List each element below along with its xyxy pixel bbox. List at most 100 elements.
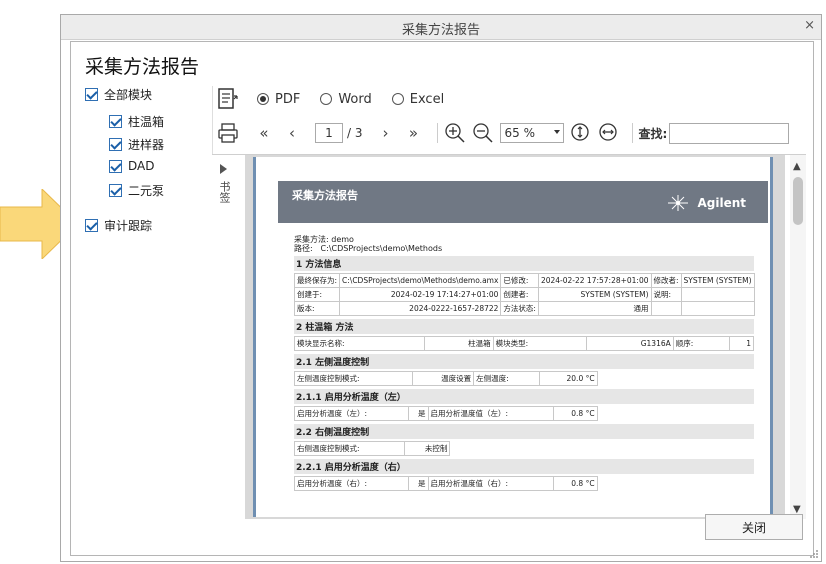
table-row: 左侧温度控制模式: 温度设置 左侧温度: 20.0 °C: [293, 371, 598, 386]
table-row: 右侧温度控制模式: 未控制: [293, 441, 451, 456]
bookmark-label: 书签: [218, 181, 231, 203]
first-page-button[interactable]: «: [253, 122, 275, 144]
format-option-word[interactable]: Word: [320, 91, 372, 107]
radio-button[interactable]: [320, 93, 333, 105]
fit-height-icon[interactable]: [570, 122, 592, 144]
method-info-table: 最终保存为: C:\CDSProjects\demo\Methods\demo.…: [293, 273, 755, 316]
table-cell: 已修改:: [500, 273, 539, 288]
table-row: 最终保存为: C:\CDSProjects\demo\Methods\demo.…: [293, 273, 755, 288]
scroll-thumb[interactable]: [793, 177, 803, 225]
tree-item-all-modules[interactable]: 全部模块: [85, 86, 152, 103]
meta-value: demo: [331, 235, 354, 244]
tree-item-module[interactable]: 进样器: [109, 136, 164, 153]
toolbar-separator: [436, 123, 438, 143]
close-icon[interactable]: ×: [804, 18, 815, 33]
zoom-out-icon[interactable]: [472, 122, 494, 144]
expand-arrow-icon[interactable]: [220, 164, 227, 174]
previous-page-button[interactable]: ‹: [281, 122, 303, 144]
tree-item-audit-trail[interactable]: 审计跟踪: [85, 217, 152, 234]
radio-button[interactable]: [391, 93, 404, 105]
bookmark-panel-toggle[interactable]: 书签: [212, 155, 236, 518]
zoom-in-icon[interactable]: [444, 122, 466, 144]
format-option-pdf[interactable]: PDF: [257, 92, 300, 107]
method-meta: 采集方法: demo 路径: C:\CDSProjects\demo\Metho…: [294, 235, 754, 253]
tree-item-module[interactable]: DAD: [109, 159, 154, 173]
table-row: 启用分析温度（左）: 是 启用分析温度值（左）: 0.8 °C: [293, 406, 598, 421]
report-page: 采集方法报告 Agilent 采集方法: demo 路径: C:\CDSProj…: [253, 157, 773, 517]
meta-label: 路径:: [294, 244, 313, 253]
find-input[interactable]: [669, 122, 790, 144]
table-cell: 2024-0222-1657-28722: [339, 301, 502, 316]
radio-label: Word: [338, 91, 372, 107]
tree-item-label: 审计跟踪: [104, 219, 153, 233]
next-page-button[interactable]: ›: [375, 122, 397, 144]
radio-label: Excel: [409, 91, 445, 107]
table-row: 版本: 2024-0222-1657-28722 方法状态: 通用: [293, 301, 755, 316]
table-cell: 是: [408, 476, 429, 491]
vertical-scrollbar[interactable]: ▲ ▼: [790, 155, 806, 519]
table-cell: 左侧温度:: [473, 371, 540, 386]
export-document-icon[interactable]: [217, 87, 239, 111]
table-cell: 创建者:: [500, 287, 539, 302]
page-number-input[interactable]: 1: [315, 123, 343, 143]
section-heading: 2.2 右侧温度控制: [294, 424, 754, 439]
dialog-title: 采集方法报告: [401, 23, 480, 38]
table-cell: G1316A: [585, 336, 674, 351]
table-cell: 版本:: [293, 301, 341, 316]
checkbox[interactable]: [109, 138, 122, 151]
table-row: 启用分析温度（右）: 是 启用分析温度值（右）: 0.8 °C: [293, 476, 598, 491]
section-heading: 1 方法信息: [294, 256, 754, 271]
tree-item-label: 全部模块: [104, 88, 153, 102]
checkbox[interactable]: [85, 219, 98, 232]
report-header: 采集方法报告 Agilent: [278, 181, 768, 223]
module-table: 模块显示名称: 柱温箱 模块类型: G1316A 顺序: 1: [293, 336, 755, 351]
scroll-up-icon[interactable]: ▲: [793, 161, 801, 172]
table-cell: 模块类型:: [492, 336, 587, 351]
table-cell: 右侧温度控制模式:: [293, 441, 406, 456]
right-analysis-table: 启用分析温度（右）: 是 启用分析温度值（右）: 0.8 °C: [293, 476, 598, 491]
tree-item-label: 二元泵: [128, 184, 165, 198]
radio-label: PDF: [275, 91, 301, 107]
dialog-content: 采集方法报告 全部模块 柱温箱 进样器 DAD 二元泵 审计跟踪 PDF Wor…: [70, 41, 814, 556]
format-option-excel[interactable]: Excel: [391, 91, 445, 107]
checkbox[interactable]: [109, 159, 122, 173]
right-temp-table: 右侧温度控制模式: 未控制: [293, 441, 451, 456]
zoom-select[interactable]: 65 %: [499, 123, 564, 143]
resize-grip-icon[interactable]: [809, 549, 819, 559]
table-cell: 是: [408, 406, 429, 421]
agilent-logo: Agilent: [665, 193, 746, 213]
table-cell: [680, 287, 755, 302]
table-cell: 未控制: [404, 441, 451, 456]
title-bar: 采集方法报告 ×: [61, 15, 821, 40]
table-cell: 启用分析温度值（左）:: [427, 406, 555, 421]
table-cell: 0.8 °C: [553, 406, 598, 421]
find-label: 查找:: [638, 126, 668, 141]
close-button[interactable]: 关闭: [705, 514, 803, 540]
print-icon[interactable]: [217, 122, 239, 144]
last-page-button[interactable]: »: [403, 122, 425, 144]
table-cell: 20.0 °C: [538, 371, 598, 386]
format-toolbar: PDF Word Excel: [217, 86, 464, 112]
table-cell: 顺序:: [672, 336, 730, 351]
table-cell: 左侧温度控制模式:: [293, 371, 414, 386]
checkbox[interactable]: [85, 88, 98, 101]
table-cell: 方法状态:: [500, 301, 539, 316]
page-title: 采集方法报告: [85, 56, 200, 78]
checkbox[interactable]: [109, 115, 122, 128]
table-cell: [650, 301, 682, 316]
table-cell: 最终保存为:: [293, 273, 341, 288]
radio-button[interactable]: [257, 93, 269, 105]
table-cell: 启用分析温度（右）:: [293, 476, 410, 491]
document-pane[interactable]: 采集方法报告 Agilent 采集方法: demo 路径: C:\CDSProj…: [245, 155, 785, 519]
table-cell: SYSTEM (SYSTEM): [537, 287, 652, 302]
tree-item-module[interactable]: 柱温箱: [109, 113, 164, 130]
toolbar-separator: [631, 123, 633, 143]
tree-item-label: 进样器: [128, 138, 165, 152]
tree-item-module[interactable]: 二元泵: [109, 182, 164, 199]
page-total: / 3: [347, 126, 363, 140]
checkbox[interactable]: [109, 184, 122, 197]
table-cell: 启用分析温度（左）:: [293, 406, 410, 421]
screen: 采集方法报告 × 采集方法报告 全部模块 柱温箱 进样器 DAD 二元泵 审计跟…: [0, 0, 826, 564]
table-cell: 2024-02-22 17:57:28+01:00: [537, 273, 652, 288]
fit-width-icon[interactable]: [598, 122, 620, 144]
